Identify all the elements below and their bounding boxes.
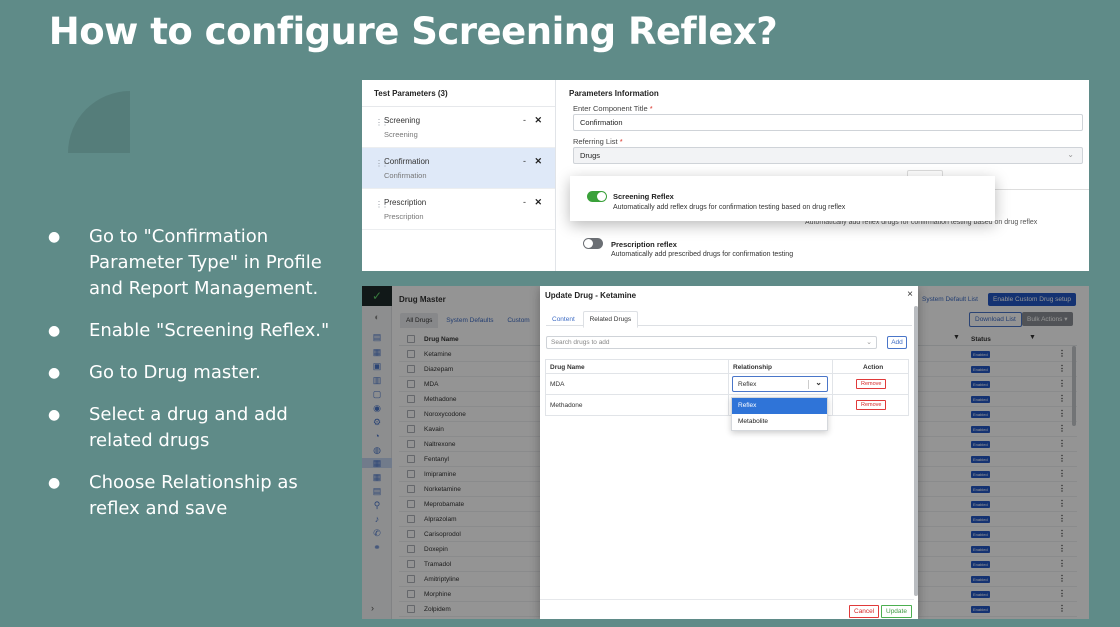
add-button[interactable]: Add bbox=[887, 336, 907, 349]
collapse-button[interactable]: - bbox=[523, 115, 526, 125]
screening-reflex-card: Screening Reflex Automatically add refle… bbox=[570, 176, 995, 221]
close-icon[interactable]: × bbox=[907, 289, 913, 300]
collapse-button[interactable]: - bbox=[523, 197, 526, 207]
column-action: Action bbox=[863, 364, 884, 371]
parameter-item-screening[interactable]: ⋮⋮ Screening Screening - ✕ bbox=[362, 107, 555, 148]
cancel-button[interactable]: Cancel bbox=[849, 605, 880, 618]
parameter-sub: Screening bbox=[384, 130, 418, 139]
relationship-dropdown: Reflex Metabolite bbox=[731, 397, 828, 431]
parameters-information-header: Parameters Information bbox=[569, 89, 659, 98]
prescription-reflex-desc: Automatically add prescribed drugs for c… bbox=[611, 251, 794, 258]
instruction-item: Go to Drug master. bbox=[48, 360, 348, 386]
option-reflex[interactable]: Reflex bbox=[732, 398, 827, 414]
tab-related-drugs[interactable]: Related Drugs bbox=[582, 311, 639, 328]
parameter-name: Confirmation bbox=[384, 157, 430, 166]
drag-handle-icon[interactable]: ⋮⋮ bbox=[375, 118, 389, 127]
chevron-down-icon: ⌄ bbox=[1067, 150, 1074, 159]
drug-name: MDA bbox=[550, 381, 565, 388]
tab-content[interactable]: Content bbox=[546, 312, 581, 327]
modal-footer: Cancel Update bbox=[540, 599, 914, 619]
remove-button[interactable]: Remove bbox=[856, 400, 887, 410]
column-drug-name: Drug Name bbox=[550, 364, 585, 371]
instruction-list: Go to "Confirmation Parameter Type" in P… bbox=[48, 224, 348, 538]
instruction-item: Select a drug and add related drugs bbox=[48, 402, 348, 454]
screening-reflex-title: Screening Reflex bbox=[613, 192, 674, 201]
component-title-label: Enter Component Title * bbox=[573, 104, 653, 113]
screening-reflex-desc: Automatically add reflex drugs for confi… bbox=[613, 204, 846, 211]
remove-button[interactable]: Remove bbox=[856, 379, 887, 389]
chevron-down-icon: ⌄ bbox=[866, 339, 872, 346]
instruction-item: Choose Relationship as reflex and save bbox=[48, 470, 348, 522]
update-button[interactable]: Update bbox=[881, 605, 912, 618]
instruction-item: Go to "Confirmation Parameter Type" in P… bbox=[48, 224, 348, 302]
modal-title: Update Drug - Ketamine bbox=[545, 291, 637, 300]
parameter-sub: Confirmation bbox=[384, 171, 427, 180]
relationship-select[interactable]: Reflex ⌄ bbox=[732, 376, 828, 392]
remove-icon[interactable]: ✕ bbox=[534, 156, 542, 167]
parameter-name: Screening bbox=[384, 116, 421, 125]
parameter-item-prescription[interactable]: ⋮⋮ Prescription Prescription - ✕ bbox=[362, 189, 555, 230]
referring-list-select[interactable]: Drugs ⌄ bbox=[573, 147, 1083, 164]
parameters-screenshot: Test Parameters (3) ⋮⋮ Screening Screeni… bbox=[362, 80, 1089, 271]
drag-handle-icon[interactable]: ⋮⋮ bbox=[375, 159, 389, 168]
related-drug-row: Methadone Remove bbox=[545, 395, 909, 416]
drug-name: Methadone bbox=[550, 402, 583, 409]
chevron-down-icon: ⌄ bbox=[815, 378, 822, 387]
search-drugs-input[interactable]: Search drugs to add ⌄ bbox=[546, 336, 877, 349]
related-drug-row: MDA Reflex ⌄ Remove bbox=[545, 374, 909, 395]
parameter-name: Prescription bbox=[384, 198, 427, 207]
column-relationship: Relationship bbox=[733, 364, 773, 371]
related-drugs-table: Drug Name Relationship Action MDA Reflex… bbox=[545, 359, 909, 416]
component-title-input[interactable]: Confirmation bbox=[573, 114, 1083, 131]
test-parameters-panel: Test Parameters (3) ⋮⋮ Screening Screeni… bbox=[362, 80, 556, 271]
modal-scrollbar[interactable] bbox=[914, 306, 918, 596]
option-metabolite[interactable]: Metabolite bbox=[732, 414, 827, 430]
parameter-item-confirmation[interactable]: ⋮⋮ Confirmation Confirmation - ✕ bbox=[362, 148, 555, 189]
drag-handle-icon[interactable]: ⋮⋮ bbox=[375, 200, 389, 209]
update-drug-modal: Update Drug - Ketamine × Content Related… bbox=[540, 286, 918, 619]
remove-icon[interactable]: ✕ bbox=[534, 115, 542, 126]
collapse-button[interactable]: - bbox=[523, 156, 526, 166]
remove-icon[interactable]: ✕ bbox=[534, 197, 542, 208]
modal-tabs: Content Related Drugs bbox=[546, 311, 912, 328]
slide-title: How to configure Screening Reflex? bbox=[48, 10, 778, 53]
decorative-quarter-circle bbox=[68, 91, 130, 153]
prescription-reflex-toggle[interactable] bbox=[583, 238, 603, 249]
instruction-item: Enable "Screening Reflex." bbox=[48, 318, 348, 344]
related-drugs-header: Drug Name Relationship Action bbox=[545, 359, 909, 374]
drug-master-screenshot: ✓ ◐ ▤ ▦ ▣ ▥ ▢ ◉ ⚙ ◔ ◍ ▦ ▦ ▤ ⚲ ♪ ✆ ⚭ › Dr… bbox=[362, 286, 1089, 619]
parameter-sub: Prescription bbox=[384, 212, 424, 221]
screening-reflex-toggle[interactable] bbox=[587, 191, 607, 202]
test-parameters-header: Test Parameters (3) bbox=[362, 80, 555, 107]
prescription-reflex-title: Prescription reflex bbox=[611, 240, 677, 249]
referring-list-label: Referring List * bbox=[573, 137, 623, 146]
